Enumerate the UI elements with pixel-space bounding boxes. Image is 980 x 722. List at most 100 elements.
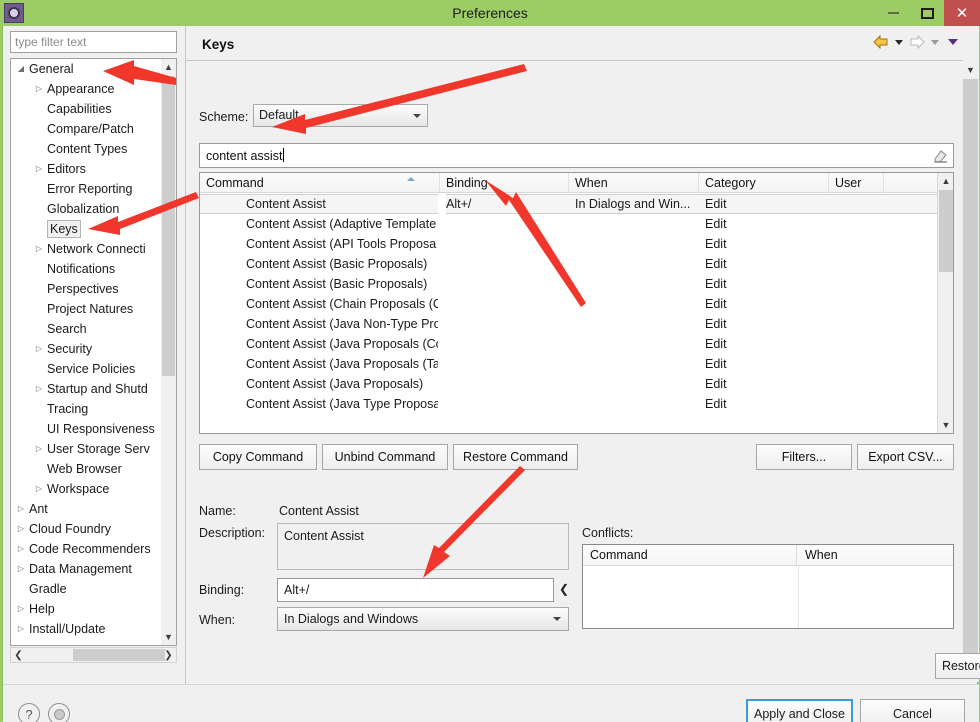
eraser-icon[interactable]	[932, 148, 949, 163]
maximize-button[interactable]	[910, 0, 944, 26]
table-row[interactable]: Content Assist Alt+/ In Dialogs and Win...…	[200, 194, 938, 214]
sidebar-item-globalization[interactable]: Globalization	[11, 199, 162, 219]
table-column-user[interactable]: User	[829, 173, 884, 193]
chevron-right-icon[interactable]: ▷	[33, 379, 45, 399]
question-mark-icon[interactable]: ?	[18, 703, 40, 722]
restore-command-button[interactable]: Restore Command	[453, 444, 578, 470]
chevron-right-icon[interactable]: ▷	[15, 539, 27, 559]
table-row[interactable]: Content Assist (Basic Proposals) Edit	[200, 254, 938, 274]
table-row[interactable]: Content Assist (Java Proposals) Edit	[200, 374, 938, 394]
back-arrow-icon[interactable]	[873, 35, 889, 49]
scroll-left-icon[interactable]: ❮	[11, 648, 26, 662]
table-column-binding[interactable]: Binding	[440, 173, 569, 193]
sidebar-item-service-policies[interactable]: Service Policies	[11, 359, 162, 379]
sidebar-item-search[interactable]: Search	[11, 319, 162, 339]
back-history-chevron-down-icon[interactable]	[895, 39, 903, 45]
scroll-up-icon[interactable]: ▲	[938, 173, 953, 189]
left-chevron-icon[interactable]: ❮	[555, 578, 573, 602]
chevron-right-icon[interactable]: ▷	[15, 619, 27, 639]
unbind-command-button[interactable]: Unbind Command	[322, 444, 448, 470]
scroll-down-icon[interactable]: ▼	[962, 62, 979, 78]
cancel-button[interactable]: Cancel	[860, 699, 965, 722]
sidebar-item-general[interactable]: ◢ General	[11, 59, 162, 79]
sidebar-item-perspectives[interactable]: Perspectives	[11, 279, 162, 299]
chevron-right-icon[interactable]: ▷	[15, 599, 27, 619]
chevron-right-icon[interactable]: ▷	[33, 239, 45, 259]
sidebar-item-ant[interactable]: ▷ Ant	[11, 499, 162, 519]
tree-horizontal-scrollbar[interactable]: ❮ ❯	[10, 647, 177, 663]
tree-filter-input[interactable]: type filter text	[10, 31, 177, 53]
sidebar-item-ui-responsiveness[interactable]: UI Responsiveness	[11, 419, 162, 439]
minimize-button[interactable]	[876, 0, 910, 26]
sidebar-item-cloud-foundry[interactable]: ▷ Cloud Foundry	[11, 519, 162, 539]
sidebar-item-workspace[interactable]: ▷ Workspace	[11, 479, 162, 499]
table-row[interactable]: Content Assist (Java Proposals (Ta Edit	[200, 354, 938, 374]
sidebar-item-startup-and-shutd[interactable]: ▷ Startup and Shutd	[11, 379, 162, 399]
sidebar-item-notifications[interactable]: Notifications	[11, 259, 162, 279]
page-scrollbar-thumb[interactable]	[963, 79, 978, 664]
sidebar-item-help[interactable]: ▷ Help	[11, 599, 162, 619]
table-row[interactable]: Content Assist (Java Proposals (Co Edit	[200, 334, 938, 354]
view-menu-chevron-down-icon[interactable]	[948, 39, 958, 45]
sidebar-item-web-browser[interactable]: Web Browser	[11, 459, 162, 479]
shell-status-icon[interactable]	[48, 703, 70, 722]
sidebar-item-editors[interactable]: ▷ Editors	[11, 159, 162, 179]
forward-history-chevron-down-icon[interactable]	[931, 39, 939, 45]
sidebar-item-network-connecti[interactable]: ▷ Network Connecti	[11, 239, 162, 259]
apply-and-close-button[interactable]: Apply and Close	[746, 699, 853, 722]
table-column-when[interactable]: When	[569, 173, 699, 193]
sidebar-item-security[interactable]: ▷ Security	[11, 339, 162, 359]
tree-scrollbar-thumb[interactable]	[162, 76, 175, 376]
forward-arrow-icon[interactable]	[909, 35, 925, 49]
scroll-down-icon[interactable]: ▼	[938, 417, 953, 433]
chevron-right-icon[interactable]: ▷	[33, 79, 45, 99]
sidebar-item-code-recommenders[interactable]: ▷ Code Recommenders	[11, 539, 162, 559]
table-row[interactable]: Content Assist (Adaptive Template Edit	[200, 214, 938, 234]
table-row[interactable]: Content Assist (Basic Proposals) Edit	[200, 274, 938, 294]
restore-defaults-button[interactable]: Restore Defaults	[935, 653, 980, 679]
filters-button[interactable]: Filters...	[756, 444, 852, 470]
sidebar-item-content-types[interactable]: Content Types	[11, 139, 162, 159]
scroll-down-icon[interactable]: ▼	[161, 629, 176, 645]
conflicts-table[interactable]: Command When	[582, 544, 954, 629]
sidebar-item-keys[interactable]: Keys	[11, 219, 162, 239]
conflicts-column-command[interactable]: Command	[583, 545, 797, 566]
scroll-right-icon[interactable]: ❯	[161, 648, 176, 662]
chevron-right-icon[interactable]: ▷	[15, 519, 27, 539]
tree-hscrollbar-thumb[interactable]	[73, 649, 165, 661]
table-row[interactable]: Content Assist (Java Non-Type Pro Edit	[200, 314, 938, 334]
table-scrollbar-thumb[interactable]	[939, 190, 953, 272]
keys-filter-input[interactable]: content assist	[199, 143, 954, 168]
chevron-right-icon[interactable]: ▷	[15, 499, 27, 519]
key-bindings-table[interactable]: Command Binding When Category User Content A…	[199, 172, 954, 434]
page-vertical-scrollbar[interactable]: ▲ ▼	[962, 62, 979, 682]
chevron-right-icon[interactable]: ▷	[33, 159, 45, 179]
table-row[interactable]: Content Assist (Java Type Proposa Edit	[200, 394, 938, 414]
export-csv-button[interactable]: Export CSV...	[857, 444, 954, 470]
sidebar-item-tracing[interactable]: Tracing	[11, 399, 162, 419]
sidebar-item-appearance[interactable]: ▷ Appearance	[11, 79, 162, 99]
table-row[interactable]: Content Assist (Chain Proposals (C Edit	[200, 294, 938, 314]
sidebar-item-compare-patch[interactable]: Compare/Patch	[11, 119, 162, 139]
sidebar-item-install-update[interactable]: ▷ Install/Update	[11, 619, 162, 639]
chevron-right-icon[interactable]: ▷	[33, 339, 45, 359]
tree-vertical-scrollbar[interactable]: ▲ ▼	[161, 59, 176, 645]
close-button[interactable]: ✕	[944, 0, 980, 26]
sidebar-item-data-management[interactable]: ▷ Data Management	[11, 559, 162, 579]
sidebar-item-user-storage-serv[interactable]: ▷ User Storage Serv	[11, 439, 162, 459]
sidebar-item-error-reporting[interactable]: Error Reporting	[11, 179, 162, 199]
conflicts-column-when[interactable]: When	[798, 545, 953, 566]
table-row[interactable]: Content Assist (JAX-WS Proposals Edit	[200, 414, 938, 416]
sidebar-item-project-natures[interactable]: Project Natures	[11, 299, 162, 319]
preferences-tree[interactable]: ◢ General ▷ Appearance Capabilities Compare/P…	[10, 58, 177, 646]
sidebar-item-capabilities[interactable]: Capabilities	[11, 99, 162, 119]
chevron-down-icon[interactable]: ◢	[15, 59, 27, 79]
chevron-right-icon[interactable]: ▷	[33, 479, 45, 499]
binding-input[interactable]: Alt+/	[277, 578, 554, 602]
sidebar-item-gradle[interactable]: Gradle	[11, 579, 162, 599]
table-column-category[interactable]: Category	[699, 173, 829, 193]
scroll-up-icon[interactable]: ▲	[161, 59, 176, 75]
chevron-right-icon[interactable]: ▷	[15, 559, 27, 579]
table-vertical-scrollbar[interactable]: ▲ ▼	[937, 173, 953, 433]
scheme-dropdown[interactable]: Default	[253, 104, 428, 127]
